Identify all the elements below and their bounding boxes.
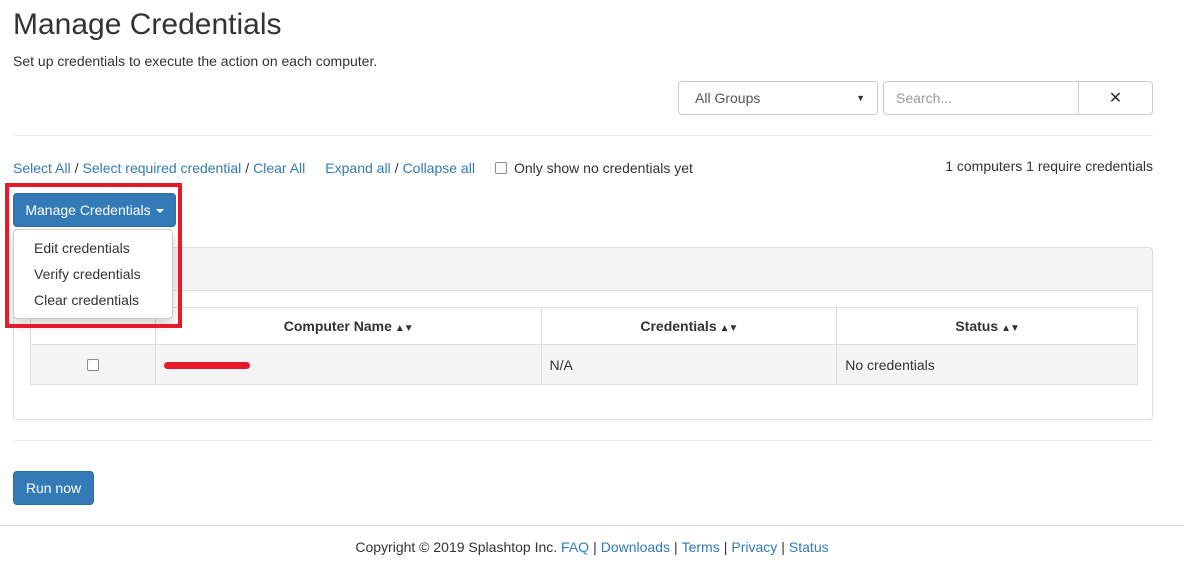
status-cell: No credentials [836,344,1138,385]
footer: Copyright © 2019 Splashtop Inc. FAQ | Down… [0,539,1184,555]
sort-icon: ▲▼ [719,323,739,334]
footer-link-downloads[interactable]: Downloads [601,539,670,555]
group-select[interactable]: All Groups ▼ [678,81,878,115]
computer-name-cell [154,344,542,385]
table-row: N/A No credentials [30,344,1138,385]
footer-divider [0,525,1184,526]
footer-link-privacy[interactable]: Privacy [731,539,777,555]
clear-all-link[interactable]: Clear All [253,160,305,176]
clear-search-button[interactable]: ✕ [1078,81,1153,115]
collapse-all-link[interactable]: Collapse all [403,160,475,176]
divider-top [13,135,1153,136]
row-select-cell [30,344,156,385]
manage-credentials-menu: Edit credentials Verify credentials Clea… [13,229,173,319]
row-checkbox[interactable] [86,358,99,371]
computers-table: Computer Name ▲▼ Credentials ▲▼ Status ▲▼ N… [30,307,1138,385]
menu-item-verify-credentials[interactable]: Verify credentials [14,261,172,287]
separator: / [74,160,79,176]
panel-heading [14,248,1152,291]
computers-panel: Computer Name ▲▼ Credentials ▲▼ Status ▲▼ N… [13,247,1153,420]
menu-item-edit-credentials[interactable]: Edit credentials [14,235,172,261]
page-title: Manage Credentials [13,8,282,41]
separator: / [394,160,399,176]
footer-separator: | [593,539,597,555]
caret-down-icon: ▼ [856,93,865,103]
column-header-computer-name[interactable]: Computer Name ▲▼ [154,307,542,345]
footer-link-terms[interactable]: Terms [682,539,720,555]
column-header-credentials[interactable]: Credentials ▲▼ [540,307,838,345]
footer-separator: | [781,539,785,555]
manage-credentials-button[interactable]: Manage Credentials [13,193,176,227]
only-show-no-credentials-label: Only show no credentials yet [513,160,693,176]
credentials-cell: N/A [540,344,838,385]
group-select-value: All Groups [695,90,761,106]
sort-icon: ▲▼ [1001,323,1020,334]
select-all-link[interactable]: Select All [13,160,71,176]
column-header-label: Credentials [640,318,717,334]
search-input[interactable] [883,81,1079,115]
copyright-text: Copyright © 2019 Splashtop Inc. [355,539,558,555]
column-header-status[interactable]: Status ▲▼ [836,307,1138,345]
redacted-computer-name [163,362,250,370]
column-header-label: Computer Name [283,318,392,334]
footer-link-faq[interactable]: FAQ [561,539,589,555]
run-now-button[interactable]: Run now [13,471,94,505]
caret-down-icon [155,209,164,213]
sort-icon: ▲▼ [394,323,414,334]
manage-credentials-label: Manage Credentials [25,202,151,218]
footer-separator: | [673,539,678,555]
select-required-link[interactable]: Select required credential [82,160,241,176]
divider-bottom [13,440,1153,441]
credentials-summary: 1 computers 1 require credentials [945,158,1153,174]
page-subtitle: Set up credentials to execute the action… [13,53,378,69]
menu-item-clear-credentials[interactable]: Clear credentials [14,287,172,313]
column-header-label: Status [955,318,999,334]
close-icon: ✕ [1108,90,1123,107]
footer-separator: | [723,539,728,555]
expand-all-link[interactable]: Expand all [325,160,390,176]
footer-link-status[interactable]: Status [789,539,829,555]
separator: / [245,160,250,176]
selection-toolbar: Select All / Select required credential … [13,158,693,178]
only-show-no-credentials-checkbox[interactable] [494,162,507,174]
